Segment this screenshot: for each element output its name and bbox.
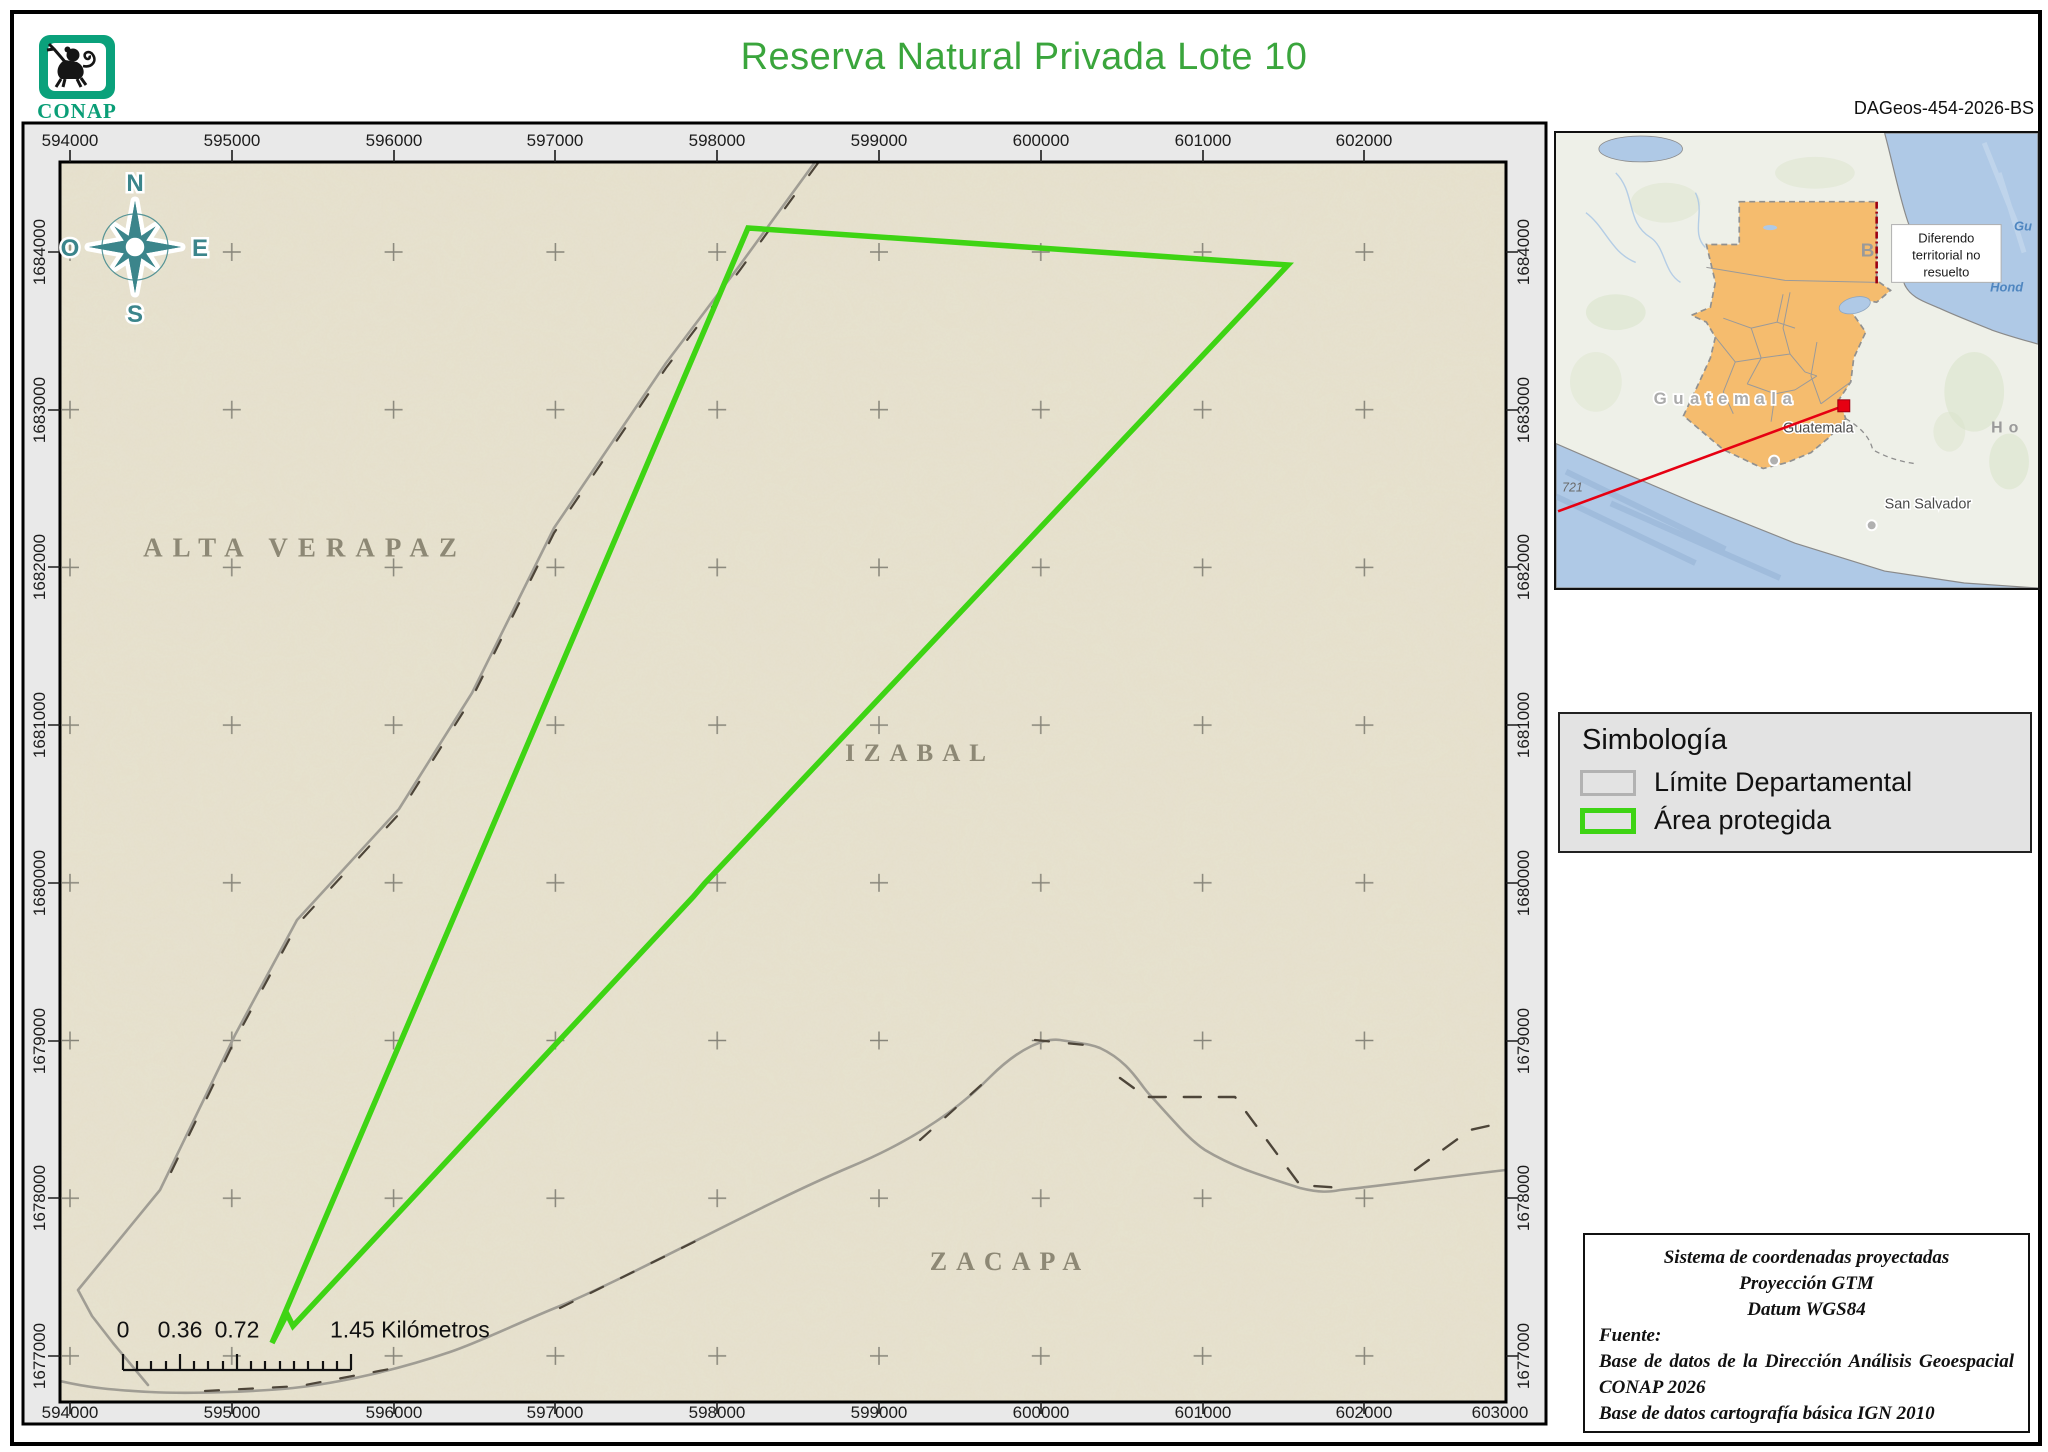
- grid-label-y-left: 1678000: [30, 1165, 50, 1231]
- grid-label-x-top: 594000: [42, 131, 99, 151]
- grid-label-x-bottom: 597000: [527, 1403, 584, 1423]
- legend-title: Simbología: [1582, 724, 2010, 757]
- grid-label-y-left: 1684000: [30, 219, 50, 285]
- source-line-3: Base de datos cartografía básica IGN 201…: [1599, 1401, 2014, 1427]
- grid-label-x-top: 602000: [1336, 131, 1393, 151]
- grid-label-x-top: 597000: [527, 131, 584, 151]
- location-marker: [1838, 400, 1850, 412]
- grid-label-x-bottom: 603000: [1472, 1403, 1529, 1423]
- grid-label-x-top: 595000: [204, 131, 261, 151]
- compass-west-label: O: [61, 235, 80, 262]
- scale-label-145-km: 1.45 Kilómetros: [330, 1317, 490, 1344]
- legend-item-label: Área protegida: [1654, 805, 1831, 836]
- region-label-izabal: IZABAL: [845, 740, 995, 768]
- compass-north-label: N: [126, 170, 143, 197]
- grid-label-x-bottom: 595000: [204, 1403, 261, 1423]
- document-id: DAGeos-454-2026-BS: [1854, 98, 2034, 119]
- grid-label-y-left: 1677000: [30, 1323, 50, 1389]
- scale-label-036: 0.36: [158, 1317, 203, 1344]
- grid-label-x-top: 598000: [689, 131, 746, 151]
- grid-label-x-bottom: 596000: [366, 1403, 423, 1423]
- region-label-alta-verapaz: ALTA VERAPAZ: [143, 533, 467, 564]
- legend-box: Simbología Límite Departamental Área pro…: [1558, 712, 2032, 853]
- grid-label-y-right: 1678000: [1514, 1165, 1534, 1231]
- grid-label-x-bottom: 600000: [1013, 1403, 1070, 1423]
- inset-canvas: B Guatemala Guatemala San Salvador Ho 72…: [1556, 133, 2038, 588]
- datum-line: Datum WGS84: [1599, 1297, 2014, 1323]
- inset-country-label: Guatemala: [1654, 389, 1799, 408]
- inset-belize-label: B: [1861, 240, 1875, 261]
- inset-san-salvador-label: San Salvador: [1885, 496, 1972, 512]
- scale-label-0: 0: [117, 1317, 130, 1344]
- grid-label-x-bottom: 594000: [42, 1403, 99, 1423]
- legend-item-departmental-limit: Límite Departamental: [1580, 767, 2010, 798]
- legend-item-protected-area: Área protegida: [1580, 805, 2010, 836]
- coordinate-system-line: Sistema de coordenadas proyectadas: [1599, 1245, 2014, 1271]
- compass-east-label: E: [192, 235, 208, 262]
- region-label-zacapa: ZACAPA: [930, 1247, 1090, 1277]
- grid-label-x-top: 601000: [1175, 131, 1232, 151]
- protected-area-swatch: [1580, 808, 1636, 834]
- dispute-label-line3: resuelto: [1923, 264, 1969, 279]
- inset-road-label: 721: [1562, 480, 1583, 494]
- grid-label-y-right: 1684000: [1514, 219, 1534, 285]
- projection-line: Proyección GTM: [1599, 1271, 2014, 1297]
- inset-san-salvador-dot: [1867, 520, 1877, 530]
- grid-label-y-left: 1679000: [30, 1008, 50, 1074]
- source-line-2: CONAP 2026: [1599, 1375, 2014, 1401]
- grid-label-y-right: 1677000: [1514, 1323, 1534, 1389]
- inset-honduras-label: Ho: [1991, 420, 2024, 437]
- conap-wordmark: CONAP: [35, 99, 119, 124]
- scale-label-072: 0.72: [215, 1317, 260, 1344]
- grid-label-y-left: 1683000: [30, 377, 50, 443]
- dispute-label-line2: territorial no: [1912, 247, 1980, 262]
- departmental-limit-swatch: [1580, 770, 1636, 796]
- map-document-page: N E S O CONAP Reserva Natural Privada: [0, 0, 2048, 1452]
- legend-item-label: Límite Departamental: [1654, 767, 1912, 798]
- grid-label-y-left: 1680000: [30, 850, 50, 916]
- dispute-label-line1: Diferendo: [1918, 231, 1974, 246]
- page-title: Reserva Natural Privada Lote 10: [0, 36, 2048, 79]
- inset-lake-peten-itza: [1763, 225, 1777, 230]
- grid-label-y-right: 1683000: [1514, 377, 1534, 443]
- grid-label-x-bottom: 601000: [1175, 1403, 1232, 1423]
- grid-label-x-top: 596000: [366, 131, 423, 151]
- map-credits-box: Sistema de coordenadas proyectadas Proye…: [1583, 1233, 2030, 1433]
- grid-label-y-right: 1679000: [1514, 1008, 1534, 1074]
- locator-inset-map: B Guatemala Guatemala San Salvador Ho 72…: [1554, 131, 2040, 590]
- grid-label-x-top: 599000: [851, 131, 908, 151]
- grid-label-x-bottom: 599000: [851, 1403, 908, 1423]
- inset-capital-dot: [1769, 456, 1779, 466]
- grid-label-y-right: 1682000: [1514, 534, 1534, 600]
- grid-label-y-left: 1682000: [30, 534, 50, 600]
- terrain-hillshade: [60, 162, 1506, 1402]
- source-line-1: Base de datos de la Dirección Análisis G…: [1599, 1349, 2014, 1375]
- grid-label-x-top: 600000: [1013, 131, 1070, 151]
- grid-label-y-left: 1681000: [30, 692, 50, 758]
- grid-crosses: [62, 164, 1504, 1400]
- source-heading: Fuente:: [1599, 1323, 2014, 1349]
- grid-label-x-bottom: 602000: [1336, 1403, 1393, 1423]
- compass-south-label: S: [127, 301, 143, 328]
- grid-label-x-bottom: 598000: [689, 1403, 746, 1423]
- grid-label-y-right: 1681000: [1514, 692, 1534, 758]
- inset-sea-label-1: Gu: [2014, 219, 2032, 234]
- dispute-callout-box: Diferendo territorial no resuelto: [1892, 225, 2002, 283]
- grid-label-y-right: 1680000: [1514, 850, 1534, 916]
